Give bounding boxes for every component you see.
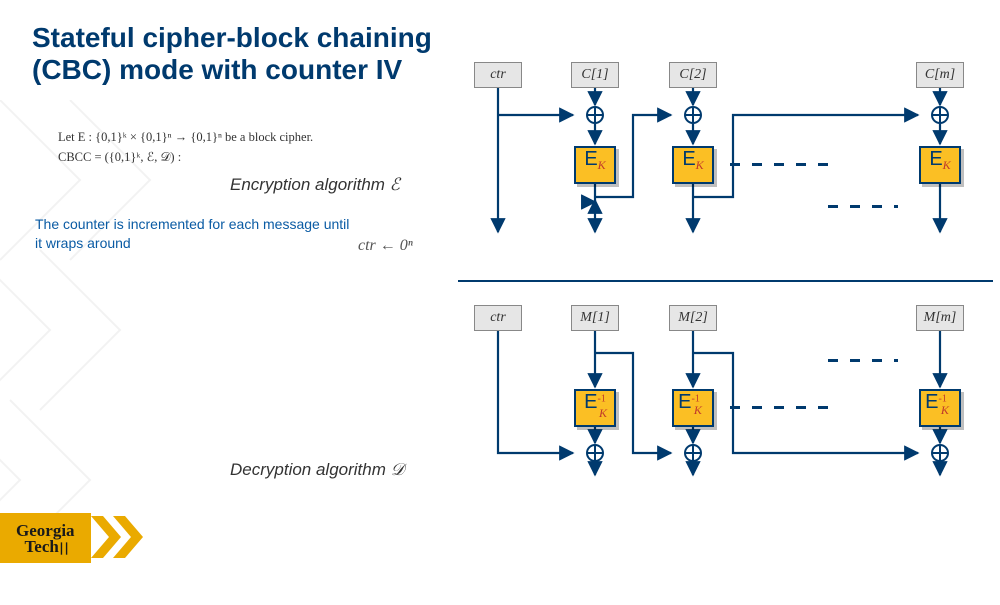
math-definition: Let E : {0,1}ᵏ × {0,1}ⁿ → {0,1}ⁿ be a bl… <box>58 130 313 165</box>
box-m2-out: M[2] <box>669 305 717 331</box>
decryption-label: Decryption algorithm 𝒟 <box>230 460 404 480</box>
encryption-diagram: ctr M[1] M[2] M[m] EK EK EK ctr C[1] C[2… <box>458 62 998 262</box>
block-cipher-ek: EK <box>672 146 714 184</box>
block-cipher-ek-inv: E-1K <box>919 389 961 427</box>
box-ctr-out: ctr <box>474 62 522 88</box>
divider <box>458 280 993 282</box>
box-c1: C[1] <box>571 62 619 88</box>
xor-icon <box>684 444 702 462</box>
ellipsis-dashes <box>828 359 898 362</box>
xor-icon <box>931 444 949 462</box>
math-line-2: CBCC = ({0,1}ᵏ, ℰ, 𝒟) : <box>58 149 313 165</box>
page-title: Stateful cipher-block chaining (CBC) mod… <box>32 22 452 86</box>
block-cipher-ek: EK <box>919 146 961 184</box>
box-c2: C[2] <box>669 62 717 88</box>
xor-icon <box>586 444 604 462</box>
box-cm: C[m] <box>916 62 964 88</box>
encryption-label: Encryption algorithm ℰ <box>230 175 400 195</box>
xor-icon <box>931 106 949 124</box>
block-cipher-ek: EK <box>574 146 616 184</box>
math-line-1: Let E : {0,1}ᵏ × {0,1}ⁿ → {0,1}ⁿ be a bl… <box>58 130 313 145</box>
georgia-tech-logo: Georgia Tech⎮⎮ <box>0 513 151 563</box>
xor-icon <box>586 106 604 124</box>
chevron-icon <box>91 516 151 563</box>
block-cipher-ek-inv: E-1K <box>574 389 616 427</box>
decryption-diagram: ctr C[1] C[2] C[m] E-1K E-1K E-1K M[1] M… <box>458 305 998 505</box>
ellipsis-dashes <box>730 406 840 409</box>
counter-note: The counter is incremented for each mess… <box>35 215 355 253</box>
ctr-init: ctr ← 0ⁿ <box>358 237 413 255</box>
ellipsis-dashes <box>730 163 840 166</box>
logo-line2: Tech <box>25 537 59 556</box>
box-m1-out: M[1] <box>571 305 619 331</box>
box-mm-out: M[m] <box>916 305 964 331</box>
box-ctr: ctr <box>474 305 522 331</box>
xor-icon <box>684 106 702 124</box>
block-cipher-ek-inv: E-1K <box>672 389 714 427</box>
ellipsis-dashes <box>828 205 898 208</box>
